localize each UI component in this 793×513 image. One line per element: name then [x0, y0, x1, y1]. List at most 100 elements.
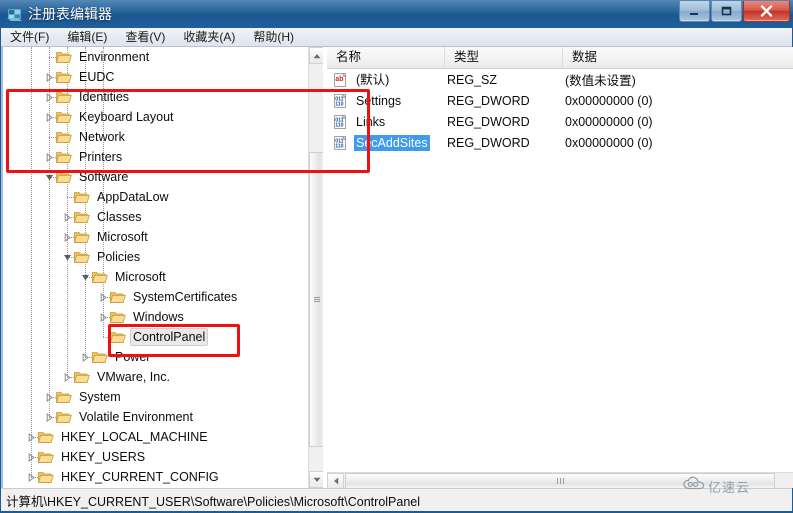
menu-help[interactable]: 帮助(H) — [244, 28, 303, 46]
tree-node-hkey-local-machine[interactable]: HKEY_LOCAL_MACHINE — [3, 427, 308, 447]
title-bar[interactable]: 注册表编辑器 — [0, 0, 793, 28]
tree-node-label: Software — [79, 170, 129, 184]
maximize-button[interactable] — [711, 1, 742, 22]
tree-node-microsoft[interactable]: Microsoft — [3, 267, 308, 287]
folder-icon — [74, 370, 90, 384]
tree-node-label: Volatile Environment — [79, 410, 193, 424]
tree-node-vmware-inc[interactable]: VMware, Inc. — [3, 367, 308, 387]
folder-icon — [56, 90, 72, 104]
expand-arrow-closed-icon[interactable] — [97, 287, 110, 307]
column-name[interactable]: 名称 — [327, 47, 445, 68]
folder-icon — [74, 190, 90, 204]
tree-node-label: HKEY_USERS — [61, 450, 146, 464]
values-row-list: ab (默认) REG_SZ (数值未设置) 011 110 Settings REG_DWO… — [327, 69, 793, 153]
folder-icon — [38, 430, 54, 444]
tree-node-eudc[interactable]: EUDC — [3, 67, 308, 87]
expand-arrow-closed-icon[interactable] — [25, 447, 38, 467]
expand-arrow-closed-icon[interactable] — [43, 147, 56, 167]
values-column-header: 名称 类型 数据 — [327, 47, 793, 69]
tree-node-hkey-current-config[interactable]: HKEY_CURRENT_CONFIG — [3, 467, 308, 487]
folder-icon — [110, 330, 126, 344]
tree-node-software[interactable]: Software — [3, 167, 308, 187]
expand-arrow-closed-icon[interactable] — [61, 367, 74, 387]
tree-node-label: System — [79, 390, 121, 404]
expand-arrow-open-icon[interactable] — [79, 267, 92, 287]
folder-icon — [92, 270, 108, 284]
scroll-grip-icon — [314, 296, 320, 303]
folder-icon — [110, 310, 126, 324]
values-scroll-left-button[interactable] — [327, 473, 344, 488]
expand-arrow-open-icon[interactable] — [43, 167, 56, 187]
tree-scroll-thumb[interactable] — [309, 152, 323, 447]
tree-vertical-scrollbar[interactable] — [308, 47, 323, 488]
cloud-logo-icon — [683, 476, 705, 496]
tree-scroll-up-button[interactable] — [309, 47, 323, 64]
twisty-placeholder — [61, 187, 74, 207]
window-title: 注册表编辑器 — [28, 6, 112, 22]
expand-arrow-closed-icon[interactable] — [43, 87, 56, 107]
tree-node-systemcertificates[interactable]: SystemCertificates — [3, 287, 308, 307]
tree-node-label: Windows — [133, 310, 184, 324]
expand-arrow-closed-icon[interactable] — [79, 347, 92, 367]
tree-node-label: Printers — [79, 150, 123, 164]
expand-arrow-closed-icon[interactable] — [25, 467, 38, 487]
tree-node-label: AppDataLow — [97, 190, 169, 204]
dword-value-icon: 011 110 — [334, 135, 349, 150]
value-row[interactable]: ab (默认) REG_SZ (数值未设置) — [327, 69, 793, 90]
expand-arrow-closed-icon[interactable] — [61, 207, 74, 227]
tree-node-hkey-users[interactable]: HKEY_USERS — [3, 447, 308, 467]
tree-node-system[interactable]: System — [3, 387, 308, 407]
menu-edit[interactable]: 编辑(E) — [58, 28, 116, 46]
expand-arrow-open-icon[interactable] — [61, 247, 74, 267]
value-row[interactable]: 011 110 Links REG_DWORD 0x00000000 (0) — [327, 111, 793, 132]
tree-node-policies[interactable]: Policies — [3, 247, 308, 267]
expand-arrow-closed-icon[interactable] — [43, 407, 56, 427]
column-type[interactable]: 类型 — [445, 47, 563, 68]
value-data: 0x00000000 (0) — [565, 114, 653, 129]
folder-icon — [38, 470, 54, 484]
menu-view[interactable]: 查看(V) — [116, 28, 174, 46]
value-data: (数值未设置) — [565, 74, 636, 88]
tree-node-identities[interactable]: Identities — [3, 87, 308, 107]
tree-node-label: ControlPanel — [130, 328, 209, 346]
svg-text:110: 110 — [335, 101, 343, 107]
dword-value-icon: 011 110 — [334, 93, 349, 108]
close-button[interactable] — [743, 1, 790, 22]
watermark: 亿速云 — [683, 476, 750, 496]
menu-favorites[interactable]: 收藏夹(A) — [174, 28, 244, 46]
expand-arrow-closed-icon[interactable] — [97, 307, 110, 327]
tree-node-appdatalow[interactable]: AppDataLow — [3, 187, 308, 207]
value-data: 0x00000000 (0) — [565, 135, 653, 150]
folder-icon — [74, 230, 90, 244]
menu-file[interactable]: 文件(F) — [1, 28, 58, 46]
column-data[interactable]: 数据 — [563, 47, 793, 68]
tree-node-microsoft[interactable]: Microsoft — [3, 227, 308, 247]
expand-arrow-closed-icon[interactable] — [43, 67, 56, 87]
tree-node-power[interactable]: Power — [3, 347, 308, 367]
tree-node-classes[interactable]: Classes — [3, 207, 308, 227]
tree-node-controlpanel[interactable]: ControlPanel — [3, 327, 308, 347]
value-row[interactable]: 011 110 SecAddSites REG_DWORD 0x00000000 (0) — [327, 132, 793, 153]
tree-scroll-down-button[interactable] — [309, 471, 323, 488]
tree-node-printers[interactable]: Printers — [3, 147, 308, 167]
tree-node-network[interactable]: Network — [3, 127, 308, 147]
value-name: SecAddSites — [354, 134, 430, 151]
expand-arrow-closed-icon[interactable] — [61, 227, 74, 247]
expand-arrow-closed-icon[interactable] — [25, 427, 38, 447]
tree-node-environment[interactable]: Environment — [3, 47, 308, 67]
tree-node-label: Microsoft — [115, 270, 166, 284]
registry-tree-pane: Environment EUDC Identities Keyboard Layout… — [3, 47, 323, 488]
tree-viewport[interactable]: Environment EUDC Identities Keyboard Layout… — [3, 47, 308, 488]
registry-editor-window: 注册表编辑器 文件(F) 编辑(E) 查看(V) 收藏夹(A) 帮助(H) En… — [0, 0, 793, 513]
expand-arrow-closed-icon[interactable] — [43, 107, 56, 127]
tree-node-keyboard-layout[interactable]: Keyboard Layout — [3, 107, 308, 127]
value-row[interactable]: 011 110 Settings REG_DWORD 0x00000000 (0) — [327, 90, 793, 111]
expand-arrow-closed-icon[interactable] — [43, 387, 56, 407]
minimize-button[interactable] — [679, 1, 710, 22]
folder-icon — [74, 210, 90, 224]
tree-node-windows[interactable]: Windows — [3, 307, 308, 327]
tree-node-label: Policies — [97, 250, 141, 264]
tree-node-volatile-environment[interactable]: Volatile Environment — [3, 407, 308, 427]
window-frame: 注册表编辑器 文件(F) 编辑(E) 查看(V) 收藏夹(A) 帮助(H) En… — [0, 0, 793, 513]
twisty-placeholder — [43, 47, 56, 67]
